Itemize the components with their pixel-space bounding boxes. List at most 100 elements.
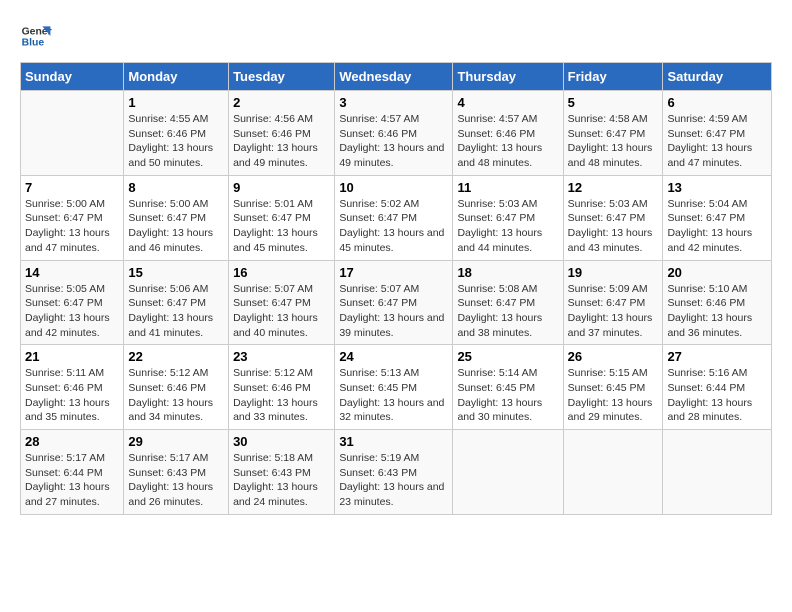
day-number: 11	[457, 180, 558, 195]
calendar-cell: 24 Sunrise: 5:13 AMSunset: 6:45 PMDayligh…	[335, 345, 453, 430]
week-row-5: 28 Sunrise: 5:17 AMSunset: 6:44 PMDayligh…	[21, 430, 772, 515]
header-saturday: Saturday	[663, 63, 772, 91]
day-number: 6	[667, 95, 767, 110]
day-number: 25	[457, 349, 558, 364]
calendar-cell: 23 Sunrise: 5:12 AMSunset: 6:46 PMDayligh…	[229, 345, 335, 430]
day-number: 4	[457, 95, 558, 110]
logo: General Blue	[20, 20, 52, 52]
calendar-cell: 10 Sunrise: 5:02 AMSunset: 6:47 PMDayligh…	[335, 175, 453, 260]
week-row-4: 21Sunrise: 5:11 AMSunset: 6:46 PMDayligh…	[21, 345, 772, 430]
calendar-cell: 14 Sunrise: 5:05 AMSunset: 6:47 PMDayligh…	[21, 260, 124, 345]
calendar-cell: 9 Sunrise: 5:01 AMSunset: 6:47 PMDaylight…	[229, 175, 335, 260]
day-detail: Sunrise: 5:06 AMSunset: 6:47 PMDaylight:…	[128, 282, 224, 341]
calendar-cell: 26 Sunrise: 5:15 AMSunset: 6:45 PMDayligh…	[563, 345, 663, 430]
day-detail: Sunrise: 4:59 AMSunset: 6:47 PMDaylight:…	[667, 112, 767, 171]
svg-text:Blue: Blue	[22, 38, 45, 49]
header-friday: Friday	[563, 63, 663, 91]
day-number: 27	[667, 349, 767, 364]
calendar-cell: 22Sunrise: 5:12 AMSunset: 6:46 PMDayligh…	[124, 345, 229, 430]
calendar-table: SundayMondayTuesdayWednesdayThursdayFrid…	[20, 62, 772, 515]
calendar-cell: 27 Sunrise: 5:16 AMSunset: 6:44 PMDayligh…	[663, 345, 772, 430]
day-detail: Sunrise: 4:57 AMSunset: 6:46 PMDaylight:…	[457, 112, 558, 171]
day-detail: Sunrise: 4:55 AMSunset: 6:46 PMDaylight:…	[128, 112, 224, 171]
calendar-cell: 11 Sunrise: 5:03 AMSunset: 6:47 PMDayligh…	[453, 175, 563, 260]
week-row-3: 14 Sunrise: 5:05 AMSunset: 6:47 PMDayligh…	[21, 260, 772, 345]
day-detail: Sunrise: 5:09 AMSunset: 6:47 PMDaylight:…	[568, 282, 659, 341]
day-detail: Sunrise: 5:16 AMSunset: 6:44 PMDaylight:…	[667, 366, 767, 425]
header-sunday: Sunday	[21, 63, 124, 91]
calendar-cell: 17 Sunrise: 5:07 AMSunset: 6:47 PMDayligh…	[335, 260, 453, 345]
page-header: General Blue	[20, 20, 772, 52]
calendar-cell: 2Sunrise: 4:56 AMSunset: 6:46 PMDaylight…	[229, 91, 335, 176]
header-tuesday: Tuesday	[229, 63, 335, 91]
week-row-1: 1 Sunrise: 4:55 AMSunset: 6:46 PMDaylight…	[21, 91, 772, 176]
week-row-2: 7 Sunrise: 5:00 AMSunset: 6:47 PMDaylight…	[21, 175, 772, 260]
day-detail: Sunrise: 5:03 AMSunset: 6:47 PMDaylight:…	[457, 197, 558, 256]
day-number: 13	[667, 180, 767, 195]
day-number: 26	[568, 349, 659, 364]
day-detail: Sunrise: 5:04 AMSunset: 6:47 PMDaylight:…	[667, 197, 767, 256]
day-detail: Sunrise: 5:17 AMSunset: 6:43 PMDaylight:…	[128, 451, 224, 510]
calendar-cell: 30Sunrise: 5:18 AMSunset: 6:43 PMDayligh…	[229, 430, 335, 515]
header-thursday: Thursday	[453, 63, 563, 91]
day-number: 10	[339, 180, 448, 195]
day-number: 12	[568, 180, 659, 195]
header-wednesday: Wednesday	[335, 63, 453, 91]
calendar-cell: 6 Sunrise: 4:59 AMSunset: 6:47 PMDaylight…	[663, 91, 772, 176]
calendar-cell: 3Sunrise: 4:57 AMSunset: 6:46 PMDaylight…	[335, 91, 453, 176]
day-number: 16	[233, 265, 330, 280]
day-detail: Sunrise: 5:07 AMSunset: 6:47 PMDaylight:…	[339, 282, 448, 341]
calendar-cell: 4 Sunrise: 4:57 AMSunset: 6:46 PMDaylight…	[453, 91, 563, 176]
calendar-cell	[663, 430, 772, 515]
day-detail: Sunrise: 5:19 AMSunset: 6:43 PMDaylight:…	[339, 451, 448, 510]
day-number: 1	[128, 95, 224, 110]
calendar-cell: 20Sunrise: 5:10 AMSunset: 6:46 PMDayligh…	[663, 260, 772, 345]
day-number: 24	[339, 349, 448, 364]
day-detail: Sunrise: 5:15 AMSunset: 6:45 PMDaylight:…	[568, 366, 659, 425]
calendar-cell: 18Sunrise: 5:08 AMSunset: 6:47 PMDayligh…	[453, 260, 563, 345]
day-number: 17	[339, 265, 448, 280]
day-detail: Sunrise: 5:00 AMSunset: 6:47 PMDaylight:…	[128, 197, 224, 256]
day-number: 2	[233, 95, 330, 110]
day-number: 7	[25, 180, 119, 195]
day-detail: Sunrise: 5:10 AMSunset: 6:46 PMDaylight:…	[667, 282, 767, 341]
day-detail: Sunrise: 5:07 AMSunset: 6:47 PMDaylight:…	[233, 282, 330, 341]
day-number: 9	[233, 180, 330, 195]
calendar-cell: 29 Sunrise: 5:17 AMSunset: 6:43 PMDayligh…	[124, 430, 229, 515]
day-detail: Sunrise: 5:00 AMSunset: 6:47 PMDaylight:…	[25, 197, 119, 256]
calendar-header-row: SundayMondayTuesdayWednesdayThursdayFrid…	[21, 63, 772, 91]
calendar-cell: 1 Sunrise: 4:55 AMSunset: 6:46 PMDaylight…	[124, 91, 229, 176]
day-detail: Sunrise: 5:02 AMSunset: 6:47 PMDaylight:…	[339, 197, 448, 256]
day-number: 22	[128, 349, 224, 364]
calendar-cell	[453, 430, 563, 515]
day-detail: Sunrise: 5:12 AMSunset: 6:46 PMDaylight:…	[233, 366, 330, 425]
logo-icon: General Blue	[20, 20, 52, 52]
header-monday: Monday	[124, 63, 229, 91]
day-detail: Sunrise: 5:14 AMSunset: 6:45 PMDaylight:…	[457, 366, 558, 425]
day-number: 28	[25, 434, 119, 449]
calendar-cell: 15 Sunrise: 5:06 AMSunset: 6:47 PMDayligh…	[124, 260, 229, 345]
calendar-cell	[21, 91, 124, 176]
day-detail: Sunrise: 5:13 AMSunset: 6:45 PMDaylight:…	[339, 366, 448, 425]
calendar-cell: 12 Sunrise: 5:03 AMSunset: 6:47 PMDayligh…	[563, 175, 663, 260]
calendar-cell: 8 Sunrise: 5:00 AMSunset: 6:47 PMDaylight…	[124, 175, 229, 260]
calendar-cell: 13 Sunrise: 5:04 AMSunset: 6:47 PMDayligh…	[663, 175, 772, 260]
day-detail: Sunrise: 4:58 AMSunset: 6:47 PMDaylight:…	[568, 112, 659, 171]
day-detail: Sunrise: 5:11 AMSunset: 6:46 PMDaylight:…	[25, 366, 119, 425]
calendar-cell: 5 Sunrise: 4:58 AMSunset: 6:47 PMDaylight…	[563, 91, 663, 176]
day-detail: Sunrise: 5:03 AMSunset: 6:47 PMDaylight:…	[568, 197, 659, 256]
day-detail: Sunrise: 5:17 AMSunset: 6:44 PMDaylight:…	[25, 451, 119, 510]
day-detail: Sunrise: 5:01 AMSunset: 6:47 PMDaylight:…	[233, 197, 330, 256]
calendar-cell	[563, 430, 663, 515]
day-number: 8	[128, 180, 224, 195]
calendar-cell: 19 Sunrise: 5:09 AMSunset: 6:47 PMDayligh…	[563, 260, 663, 345]
day-number: 15	[128, 265, 224, 280]
calendar-cell: 16 Sunrise: 5:07 AMSunset: 6:47 PMDayligh…	[229, 260, 335, 345]
day-number: 19	[568, 265, 659, 280]
day-number: 29	[128, 434, 224, 449]
day-number: 14	[25, 265, 119, 280]
day-number: 5	[568, 95, 659, 110]
calendar-cell: 31Sunrise: 5:19 AMSunset: 6:43 PMDayligh…	[335, 430, 453, 515]
day-number: 23	[233, 349, 330, 364]
day-detail: Sunrise: 5:05 AMSunset: 6:47 PMDaylight:…	[25, 282, 119, 341]
